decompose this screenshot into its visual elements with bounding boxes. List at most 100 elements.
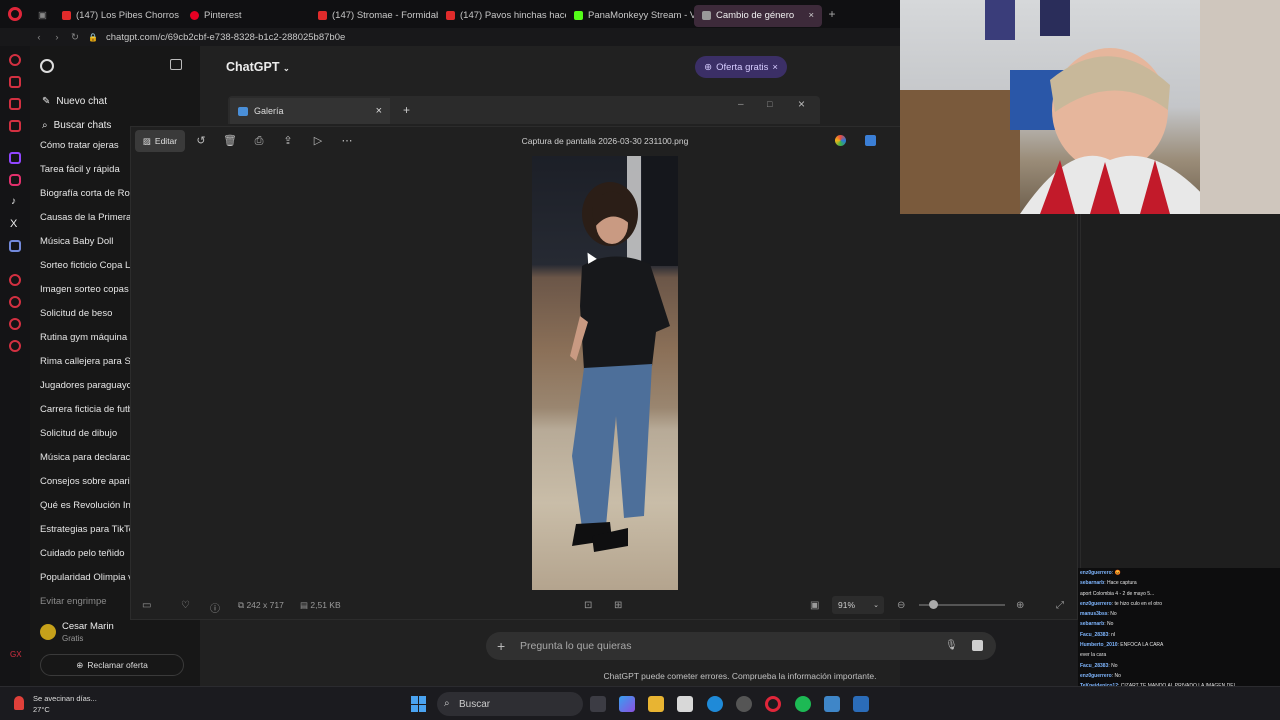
- close-tab-icon[interactable]: ×: [376, 105, 382, 117]
- slideshow-icon[interactable]: ▷: [311, 134, 325, 148]
- forward-icon[interactable]: ›: [48, 32, 66, 43]
- taskbar-search[interactable]: Buscar: [437, 692, 583, 716]
- back-icon[interactable]: ‹: [30, 32, 48, 43]
- minimize-icon[interactable]: –: [738, 99, 744, 110]
- rotate-icon[interactable]: ↺: [194, 134, 208, 148]
- aria-icon[interactable]: [9, 76, 21, 88]
- reload-icon[interactable]: ↻: [66, 32, 84, 43]
- prompt-input[interactable]: Pregunta lo que quieras: [520, 640, 632, 652]
- sidebar-chat-item[interactable]: Solicitud de beso: [40, 308, 138, 319]
- gx-icon[interactable]: GX: [10, 650, 22, 659]
- close-icon[interactable]: ×: [772, 62, 778, 73]
- task-view-icon[interactable]: [590, 696, 606, 712]
- photos-icon[interactable]: [853, 696, 869, 712]
- instagram-icon[interactable]: [9, 174, 21, 186]
- user-name[interactable]: Cesar Marin: [62, 621, 114, 632]
- new-tab-button[interactable]: +: [822, 7, 842, 21]
- sidebar-chat-item[interactable]: Consejos sobre aparie: [40, 476, 138, 487]
- edge-icon[interactable]: [707, 696, 723, 712]
- openai-logo-icon[interactable]: [40, 59, 54, 73]
- clock-icon[interactable]: [9, 296, 21, 308]
- sidebar-chat-item[interactable]: Carrera ficticia de futb: [40, 404, 138, 415]
- edit-button[interactable]: ▨ Editar: [135, 130, 185, 152]
- steam-icon[interactable]: [736, 696, 752, 712]
- sidebar-chat-item[interactable]: Popularidad Olimpia v: [40, 572, 138, 583]
- browser-tab[interactable]: (147) Los Pibes Chorros -: [54, 5, 182, 27]
- zoom-select[interactable]: 91% ⌄: [832, 596, 884, 614]
- browser-tab[interactable]: PanaMonkeyy Stream - Vi: [566, 5, 694, 27]
- attach-icon[interactable]: +: [497, 638, 505, 654]
- sidebar-chat-item[interactable]: Evitar engrimpe: [40, 596, 138, 607]
- browser-tab[interactable]: (147) Stromae - Formidab: [310, 5, 438, 27]
- sidebar-chat-item[interactable]: Solicitud de dibujo: [40, 428, 138, 439]
- sidebar-chat-item[interactable]: Rima callejera para Sc: [40, 356, 138, 367]
- sidebar-chat-item[interactable]: Qué es Revolución Inc: [40, 500, 138, 511]
- sidebar-chat-item[interactable]: Causas de la Primera: [40, 212, 138, 223]
- sidebar-toggle-icon[interactable]: [170, 59, 182, 70]
- tiktok-icon[interactable]: ♪: [11, 196, 16, 207]
- delete-icon[interactable]: 🗑: [223, 134, 237, 148]
- free-offer-button[interactable]: ⊕ Oferta gratis ×: [695, 56, 787, 78]
- sidebar-chat-item[interactable]: Biografía corta de Roa: [40, 188, 138, 199]
- sidebar-chat-item[interactable]: Tarea fácil y rápida: [40, 164, 138, 175]
- opera-logo-icon[interactable]: [0, 0, 30, 28]
- copilot-taskbar-icon[interactable]: [619, 696, 635, 712]
- browser-tab[interactable]: Pinterest: [182, 5, 310, 27]
- claim-offer-button[interactable]: ⊕ Reclamar oferta: [40, 654, 184, 676]
- search-chats-button[interactable]: ⌕ Buscar chats: [42, 120, 111, 131]
- extensions-icon[interactable]: [9, 318, 21, 330]
- x-icon[interactable]: X: [10, 218, 17, 230]
- avatar[interactable]: [40, 624, 56, 640]
- tab-close-icon[interactable]: ×: [808, 10, 814, 21]
- sidebar-chat-item[interactable]: Jugadores paraguayo: [40, 380, 138, 391]
- sidebar-chat-item[interactable]: Música Baby Doll: [40, 236, 138, 247]
- zoom-out-icon[interactable]: ⊖: [897, 600, 905, 611]
- window-close-icon[interactable]: ×: [798, 97, 805, 111]
- mail-icon[interactable]: [9, 120, 21, 132]
- fullscreen-icon[interactable]: ⤢: [1056, 600, 1064, 611]
- share-icon[interactable]: ⇪: [281, 134, 295, 148]
- new-chat-button[interactable]: ✎ Nuevo chat: [42, 96, 107, 107]
- browser-tab-active[interactable]: Cambio de género ×: [694, 4, 822, 27]
- url-field[interactable]: chatgpt.com/c/69cb2cbf-e738-8328-b1c2-28…: [106, 32, 345, 43]
- sidebar-chat-item[interactable]: Cuidado pelo teñido: [40, 548, 138, 559]
- actual-size-icon[interactable]: ⊞: [614, 600, 622, 611]
- info-icon[interactable]: ⓘ: [210, 600, 220, 615]
- voice-mode-icon[interactable]: [972, 640, 983, 651]
- microphone-icon[interactable]: 🎙: [945, 640, 958, 651]
- history-icon[interactable]: [9, 274, 21, 286]
- zoom-in-icon[interactable]: ⊕: [1016, 600, 1024, 611]
- print-icon[interactable]: ⎙: [252, 134, 266, 148]
- opera-gx-icon[interactable]: [765, 696, 781, 712]
- sidebar-chat-item[interactable]: Sorteo ficticio Copa Li: [40, 260, 138, 271]
- gallery-tab[interactable]: Galería ×: [230, 98, 390, 124]
- file-explorer-icon[interactable]: [648, 696, 664, 712]
- more-options-icon[interactable]: ⋯: [340, 134, 354, 148]
- sidebar-chat-item[interactable]: Imagen sorteo copas: [40, 284, 138, 295]
- twitch-icon[interactable]: [9, 152, 21, 164]
- photo-edit-icon[interactable]: [865, 135, 876, 146]
- sidebar-chat-item[interactable]: Rutina gym máquina: [40, 332, 138, 343]
- filmstrip-icon[interactable]: ▭: [142, 600, 151, 611]
- weather-description[interactable]: Se avecinan días...: [33, 694, 97, 703]
- sidebar-chat-item[interactable]: Música para declaraci: [40, 452, 138, 463]
- store-icon[interactable]: [677, 696, 693, 712]
- sidebar-chat-item[interactable]: Estrategias para TikTo: [40, 524, 138, 535]
- zoom-slider-thumb[interactable]: [929, 600, 938, 609]
- discord-icon[interactable]: [9, 240, 21, 252]
- weather-icon[interactable]: [14, 696, 24, 710]
- favorite-icon[interactable]: ♡: [181, 600, 190, 611]
- maximize-icon[interactable]: □: [767, 99, 772, 109]
- copilot-icon[interactable]: [835, 135, 846, 146]
- fit-icon[interactable]: ⊡: [584, 600, 592, 611]
- tab-overview-icon[interactable]: ▣: [30, 5, 54, 27]
- browser-tab[interactable]: (147) Pavos hinchas hace: [438, 5, 566, 27]
- model-selector[interactable]: ChatGPT ⌄: [226, 60, 290, 74]
- player-icon[interactable]: [9, 98, 21, 110]
- sidebar-chat-item[interactable]: Cómo tratar ojeras: [40, 140, 138, 151]
- new-tab-icon[interactable]: +: [403, 103, 410, 117]
- spotify-icon[interactable]: [795, 696, 811, 712]
- messenger-icon[interactable]: [9, 54, 21, 66]
- aspect-icon[interactable]: ▣: [810, 600, 819, 611]
- start-icon[interactable]: [411, 696, 427, 712]
